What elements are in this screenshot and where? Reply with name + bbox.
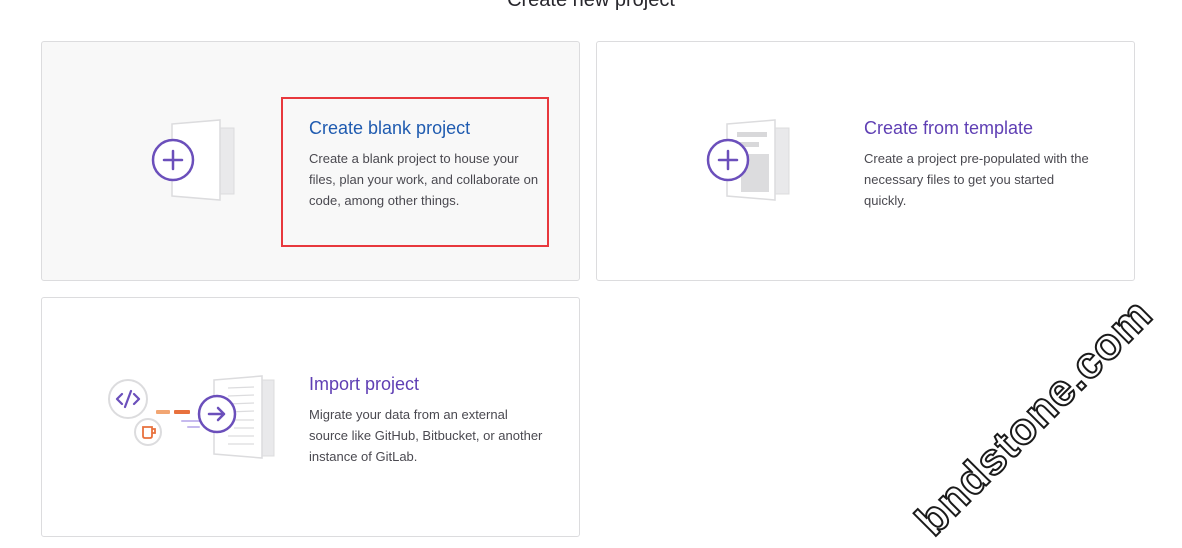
create-from-template-description: Create a project pre-populated with the … [864, 151, 1089, 208]
import-illustration [108, 375, 275, 459]
import-project-card[interactable]: Import project Migrate your data from an… [41, 297, 580, 537]
arrow-right-icon [197, 394, 237, 434]
create-blank-project-description: Create a blank project to house your fil… [309, 151, 539, 208]
plus-icon [151, 138, 195, 182]
gitlab-source-icon [134, 418, 162, 446]
create-blank-project-title[interactable]: Create blank project [309, 117, 544, 139]
create-blank-project-card[interactable]: Create blank project Create a blank proj… [41, 41, 580, 281]
create-from-template-title[interactable]: Create from template [864, 117, 1099, 139]
plus-icon [706, 138, 750, 182]
watermark-text: bndstone.com [905, 288, 1163, 546]
blank-project-illustration [151, 119, 235, 201]
create-from-template-card[interactable]: Create from template Create a project pr… [596, 41, 1135, 281]
code-icon [108, 379, 148, 419]
template-illustration [706, 119, 790, 201]
import-project-title[interactable]: Import project [309, 373, 544, 395]
page-title: Create new project [507, 0, 675, 11]
import-project-description: Migrate your data from an external sourc… [309, 407, 543, 464]
